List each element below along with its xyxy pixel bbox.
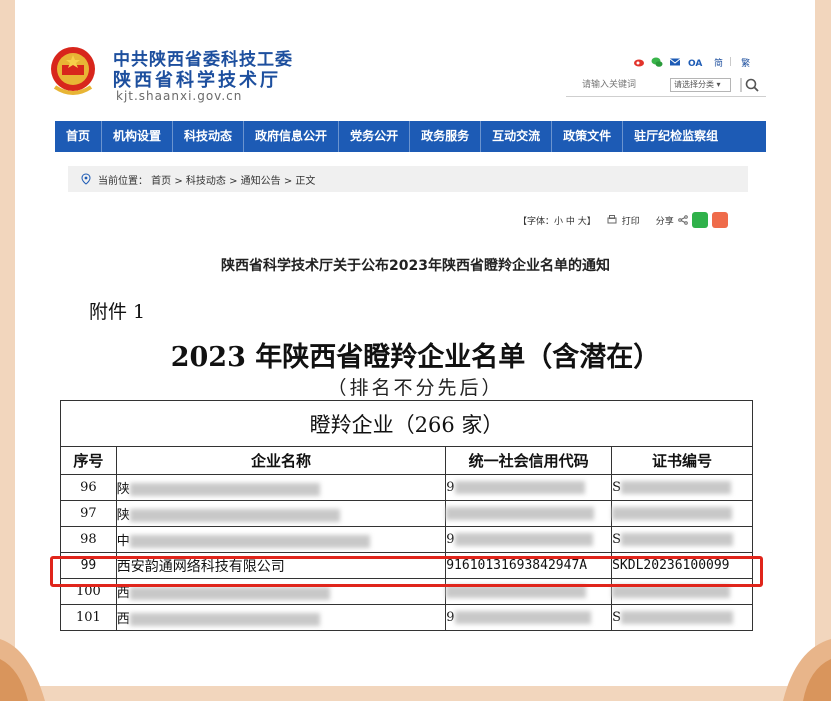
- svg-text:OA: OA: [688, 59, 702, 68]
- decorative-corner-left: [0, 639, 45, 701]
- national-emblem-icon: [51, 47, 95, 95]
- mail-icon[interactable]: [669, 56, 681, 68]
- redaction: [454, 533, 593, 546]
- col-header-code: 统一社会信用代码: [445, 446, 613, 475]
- row-cert: S: [611, 474, 753, 501]
- redaction: [621, 611, 734, 624]
- redaction: [454, 611, 591, 624]
- col-header-no: 序号: [60, 446, 117, 475]
- attachment-label: 附件 1: [89, 301, 146, 323]
- document-title: 2023 年陕西省瞪羚企业名单（含潜在）: [170, 342, 661, 373]
- redaction: [621, 533, 734, 546]
- row-code: 9: [445, 604, 613, 631]
- row-name: 陕: [115, 500, 447, 527]
- table-row: 98 中 9 S: [60, 526, 753, 553]
- row-name-text: 陕: [116, 482, 130, 497]
- row-code: [445, 500, 613, 527]
- nav-inspection[interactable]: 驻厅纪检监察组: [623, 121, 729, 152]
- redaction: [129, 613, 320, 626]
- share-label: 分享: [655, 216, 674, 227]
- row-code-text: 9: [446, 532, 455, 547]
- row-cert: S: [611, 526, 753, 553]
- wechat-icon[interactable]: [651, 56, 663, 68]
- decorative-corner-right: [783, 639, 831, 701]
- nav-news[interactable]: 科技动态: [173, 121, 245, 152]
- table-caption: 瞪羚企业（266 家）: [60, 400, 753, 447]
- share-weibo-icon[interactable]: [711, 212, 728, 228]
- row-name-text: 西: [116, 586, 130, 601]
- weibo-icon[interactable]: [633, 56, 645, 68]
- row-cert-text: S: [612, 480, 622, 495]
- site-domain: kjt.shaanxi.gov.cn: [116, 89, 243, 103]
- col-header-cert: 证书编号: [611, 446, 753, 475]
- article-tools: 【字体：小 中 大】 打印 分享: [518, 212, 728, 228]
- search-bar: 请选择分类 ▾: [566, 76, 766, 97]
- nav-org[interactable]: 机构设置: [102, 121, 174, 152]
- enterprise-table: 瞪羚企业（266 家） 序号 企业名称 统一社会信用代码 证书编号 96 陕 9…: [60, 400, 753, 631]
- search-input[interactable]: [566, 76, 678, 94]
- oa-icon[interactable]: OA: [687, 56, 705, 68]
- row-code: 9: [445, 474, 613, 501]
- search-icon[interactable]: [740, 76, 760, 94]
- row-name: 西: [115, 604, 447, 631]
- redaction: [612, 507, 733, 520]
- col-header-name: 企业名称: [115, 446, 447, 475]
- row-cert-text: S: [612, 610, 622, 625]
- breadcrumb: 当前位置： 首页 > 科技动态 > 通知公告 > 正文: [68, 166, 748, 192]
- row-name-text: 西: [116, 612, 130, 627]
- print-button[interactable]: 打印: [622, 214, 640, 227]
- redaction: [621, 481, 732, 494]
- redaction: [446, 507, 595, 520]
- row-name-text: 陕: [116, 508, 130, 523]
- row-code-text: 9: [446, 610, 455, 625]
- row-cert-text: S: [612, 532, 622, 547]
- lang-separator: |: [729, 57, 733, 67]
- row-no: 98: [60, 526, 117, 553]
- row-name: 陕: [115, 474, 447, 501]
- highlight-box: [50, 556, 763, 587]
- document-subtitle: （排名不分先后）: [327, 377, 504, 399]
- nav-policy[interactable]: 政策文件: [552, 121, 624, 152]
- row-no: 101: [60, 604, 117, 631]
- lang-simplified-button[interactable]: 简: [714, 56, 723, 69]
- article-title: 陕西省科学技术厅关于公布2023年陕西省瞪羚企业名单的通知: [221, 258, 610, 274]
- lang-traditional-button[interactable]: 繁: [741, 56, 750, 69]
- redaction: [454, 481, 585, 494]
- table-row: 97 陕: [60, 500, 753, 527]
- row-no: 97: [60, 500, 117, 527]
- row-name: 中: [115, 526, 447, 553]
- nav-gov-info[interactable]: 政府信息公开: [244, 121, 340, 152]
- nav-home[interactable]: 首页: [55, 121, 103, 152]
- category-select[interactable]: 请选择分类 ▾: [670, 78, 731, 92]
- row-no: 96: [60, 474, 117, 501]
- redaction: [129, 535, 370, 548]
- share-icon: [677, 215, 688, 225]
- row-code: 9: [445, 526, 613, 553]
- main-nav: 首页 机构设置 科技动态 政府信息公开 党务公开 政务服务 互动交流 政策文件 …: [55, 121, 766, 152]
- redaction: [129, 509, 340, 522]
- font-size-control[interactable]: 【字体：小 中 大】: [518, 214, 596, 227]
- row-name-text: 中: [116, 534, 130, 549]
- redaction: [129, 483, 320, 496]
- print-icon[interactable]: [606, 214, 618, 226]
- row-cert: S: [611, 604, 753, 631]
- row-cert: [611, 500, 753, 527]
- nav-interaction[interactable]: 互动交流: [481, 121, 553, 152]
- header-tools: OA 简 | 繁: [633, 54, 750, 70]
- location-pin-icon: [81, 173, 91, 185]
- table-row: 101 西 9 S: [60, 604, 753, 631]
- nav-party[interactable]: 党务公开: [339, 121, 411, 152]
- breadcrumb-text[interactable]: 当前位置： 首页 > 科技动态 > 通知公告 > 正文: [98, 172, 315, 187]
- table-row: 96 陕 9 S: [60, 474, 753, 501]
- nav-services[interactable]: 政务服务: [410, 121, 482, 152]
- row-code-text: 9: [446, 480, 455, 495]
- redaction: [129, 587, 330, 600]
- share-wechat-icon[interactable]: [691, 212, 708, 228]
